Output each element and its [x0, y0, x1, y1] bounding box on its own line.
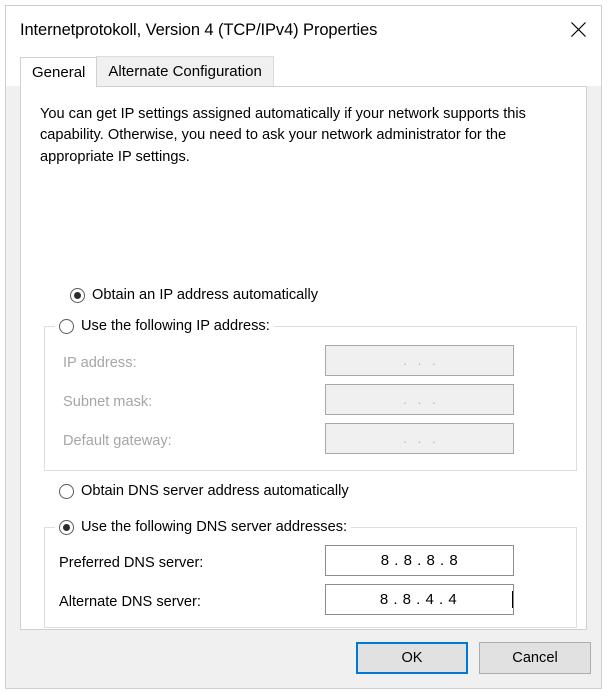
- general-tab-panel: You can get IP settings assigned automat…: [20, 86, 587, 684]
- tab-general[interactable]: General: [20, 57, 98, 87]
- input-alternate-dns-value: 8 . 8 . 4 . 4: [379, 591, 458, 608]
- input-subnet-mask-value: . . .: [403, 392, 436, 407]
- tcpip-properties-dialog: Internetprotokoll, Version 4 (TCP/IPv4) …: [5, 5, 602, 689]
- title-bar: Internetprotokoll, Version 4 (TCP/IPv4) …: [6, 6, 601, 54]
- label-alternate-dns: Alternate DNS server:: [59, 594, 201, 610]
- label-ip-address: IP address:: [63, 355, 137, 371]
- close-icon[interactable]: [555, 6, 601, 53]
- tab-general-label: General: [32, 63, 86, 81]
- label-default-gateway: Default gateway:: [63, 433, 172, 449]
- radio-obtain-dns-automatically-label: Obtain DNS server address automatically: [81, 483, 349, 499]
- label-preferred-dns: Preferred DNS server:: [59, 555, 204, 571]
- window-title: Internetprotokoll, Version 4 (TCP/IPv4) …: [20, 20, 378, 39]
- input-subnet-mask: . . .: [325, 384, 514, 415]
- cancel-button-label: Cancel: [512, 650, 558, 666]
- tab-alternate-configuration[interactable]: Alternate Configuration: [96, 56, 274, 86]
- dialog-footer: OK Cancel: [6, 630, 601, 688]
- text-cursor: [512, 591, 513, 608]
- input-preferred-dns-value: 8 . 8 . 8 . 8: [380, 552, 459, 569]
- input-preferred-dns[interactable]: 8 . 8 . 8 . 8: [325, 545, 514, 576]
- ok-button-label: OK: [401, 650, 423, 666]
- radio-use-following-ip-label: Use the following IP address:: [81, 318, 270, 334]
- radio-use-following-dns-indicator: [59, 519, 74, 535]
- radio-obtain-dns-automatically[interactable]: Obtain DNS server address automatically: [59, 483, 349, 499]
- radio-obtain-dns-automatically-indicator: [59, 483, 74, 499]
- radio-use-following-dns[interactable]: Use the following DNS server addresses:: [55, 519, 352, 535]
- input-ip-address: . . .: [325, 345, 514, 376]
- radio-obtain-ip-automatically-indicator: [70, 287, 85, 303]
- ok-button[interactable]: OK: [356, 642, 468, 674]
- input-alternate-dns[interactable]: 8 . 8 . 4 . 4: [325, 584, 514, 615]
- input-default-gateway-value: . . .: [403, 431, 436, 446]
- input-default-gateway: . . .: [325, 423, 514, 454]
- label-subnet-mask: Subnet mask:: [63, 394, 153, 410]
- radio-use-following-ip-indicator: [59, 318, 74, 334]
- tab-strip: General Alternate Configuration: [6, 54, 601, 87]
- tab-alternate-configuration-label: Alternate Configuration: [108, 63, 262, 80]
- radio-obtain-ip-automatically[interactable]: Obtain an IP address automatically: [70, 287, 318, 303]
- radio-use-following-ip[interactable]: Use the following IP address:: [55, 318, 274, 334]
- radio-obtain-ip-automatically-label: Obtain an IP address automatically: [92, 287, 319, 303]
- intro-text: You can get IP settings assigned automat…: [40, 106, 526, 165]
- input-ip-address-value: . . .: [403, 353, 436, 368]
- radio-use-following-dns-label: Use the following DNS server addresses:: [81, 519, 348, 535]
- cancel-button[interactable]: Cancel: [479, 642, 591, 674]
